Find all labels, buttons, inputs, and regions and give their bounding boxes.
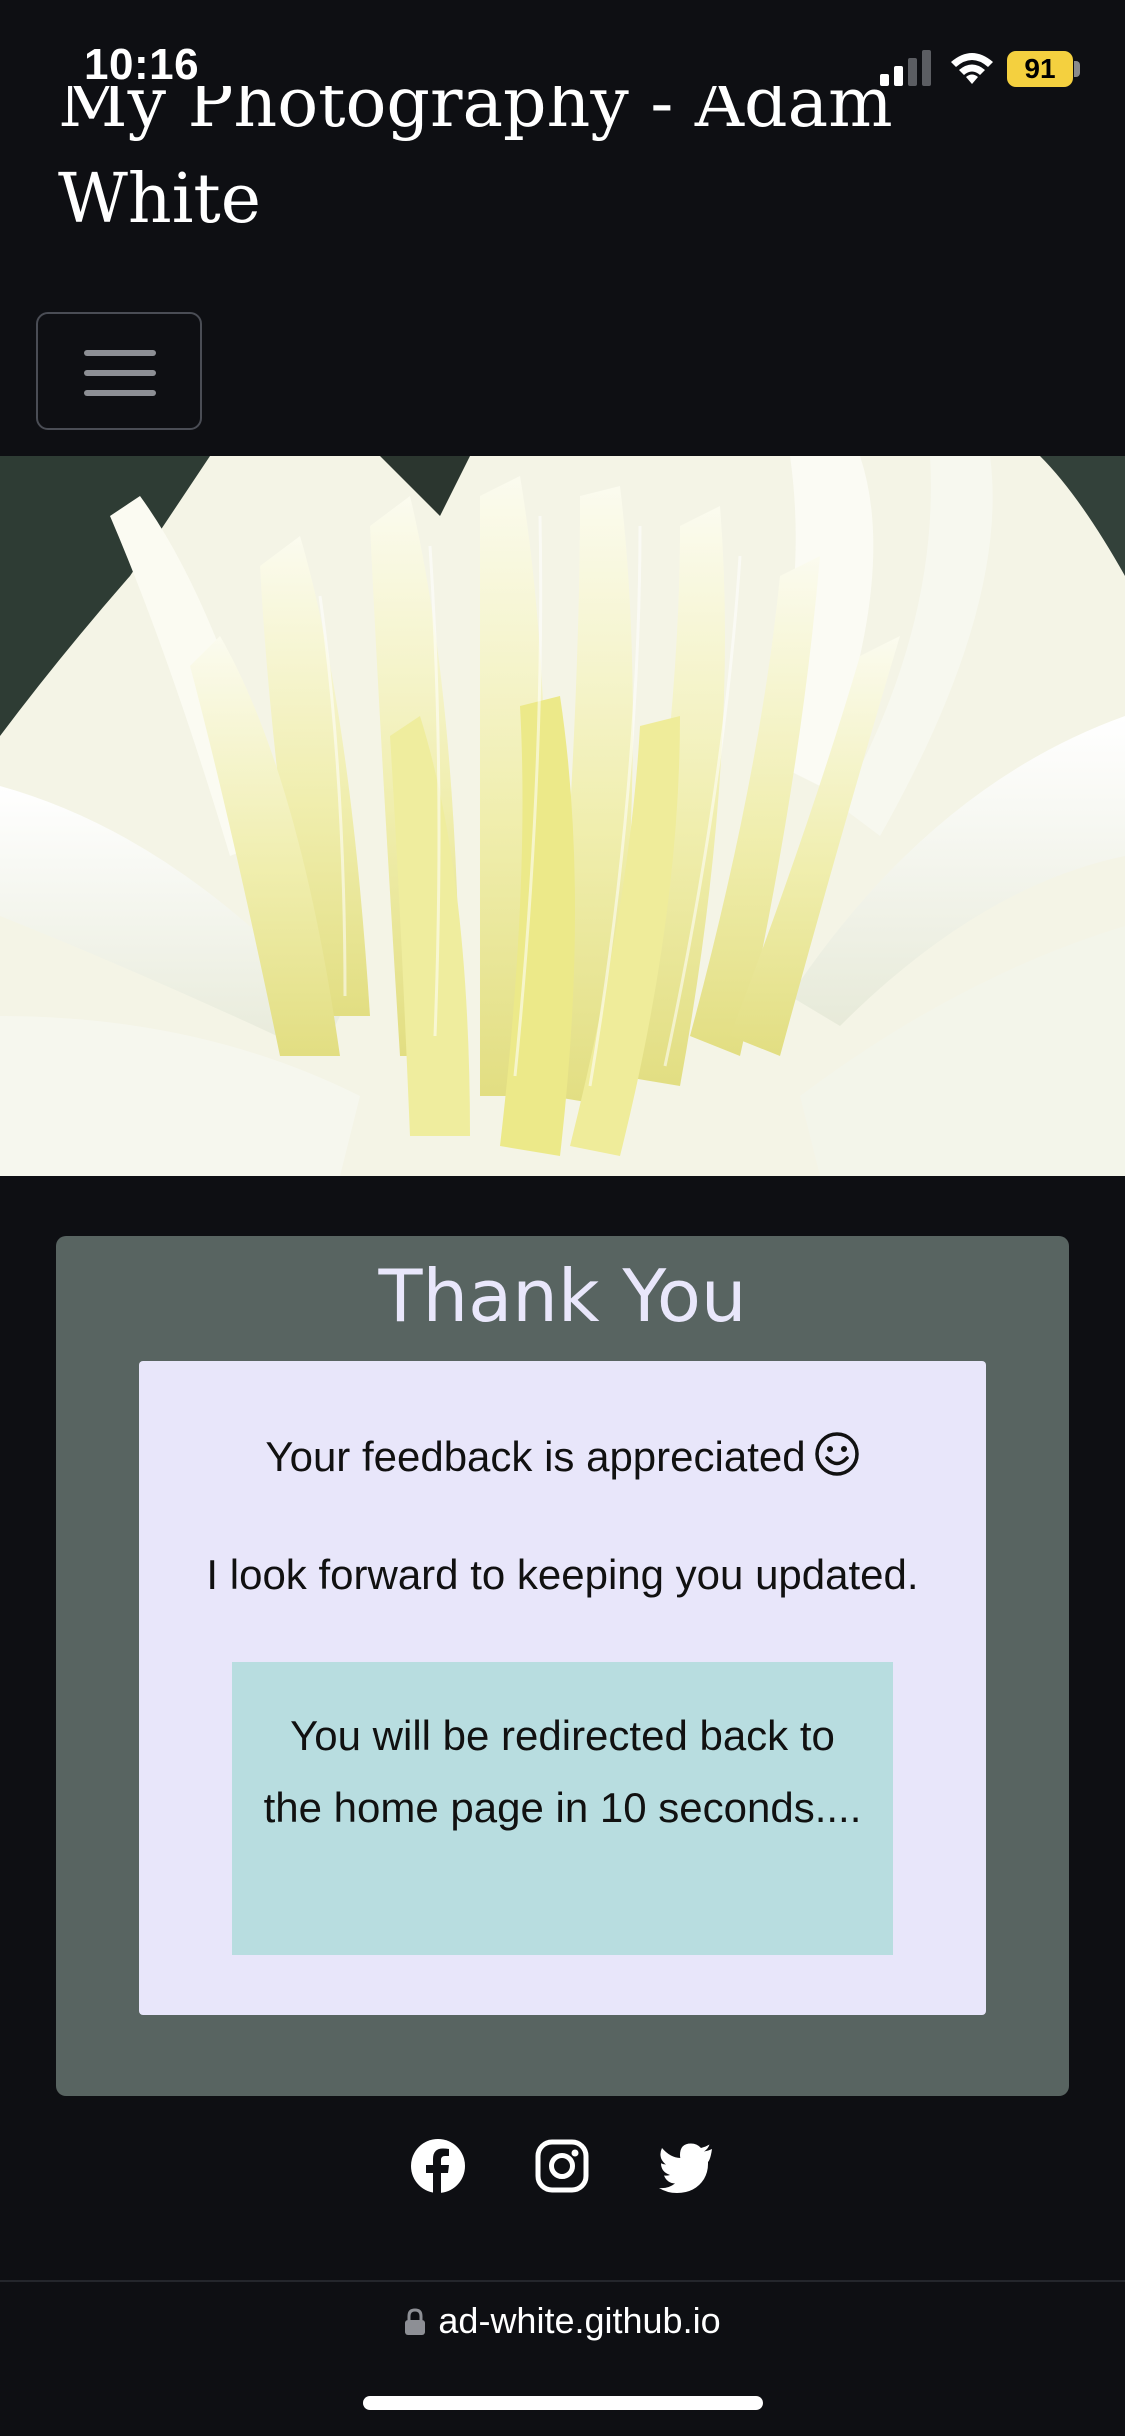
dahlia-illustration (0, 456, 1125, 1176)
feedback-text: Your feedback is appreciated (265, 1433, 806, 1480)
wifi-icon (951, 53, 993, 84)
home-indicator[interactable] (363, 2396, 763, 2410)
status-time: 10:16 (84, 40, 200, 89)
battery-icon: 91 (1007, 51, 1073, 87)
battery-cap (1074, 61, 1080, 77)
thank-you-card: Thank You Your feedback is appreciated I… (56, 1236, 1069, 2096)
instagram-icon[interactable] (534, 2138, 590, 2194)
hamburger-bar (84, 370, 156, 376)
twitter-icon[interactable] (658, 2138, 714, 2194)
url-bar-divider (0, 2280, 1125, 2282)
feedback-message: Your feedback is appreciated (139, 1431, 986, 1481)
thank-you-message-panel: Your feedback is appreciated I look forw… (139, 1361, 986, 2015)
lock-icon (405, 2308, 426, 2335)
url-text: ad-white.github.io (438, 2300, 721, 2341)
hamburger-bar (84, 390, 156, 396)
update-message: I look forward to keeping you updated. (206, 1551, 919, 1598)
smiley-icon (814, 1432, 859, 1476)
redirect-notice: You will be redirected back to the home … (232, 1662, 893, 1955)
hamburger-menu-icon (84, 350, 156, 356)
cellular-signal-icon (880, 50, 931, 86)
hero-flower-image (0, 456, 1125, 1176)
facebook-icon[interactable] (410, 2138, 466, 2194)
thank-you-heading: Thank You (378, 1254, 747, 1338)
nav-menu-toggle-button[interactable] (36, 312, 202, 430)
redirect-text: You will be redirected back to the home … (263, 1712, 862, 1831)
browser-url-bar[interactable]: ad-white.github.io (0, 2300, 1125, 2342)
screen: 10:16 91 My Photography - Adam White Tha… (0, 0, 1125, 2436)
